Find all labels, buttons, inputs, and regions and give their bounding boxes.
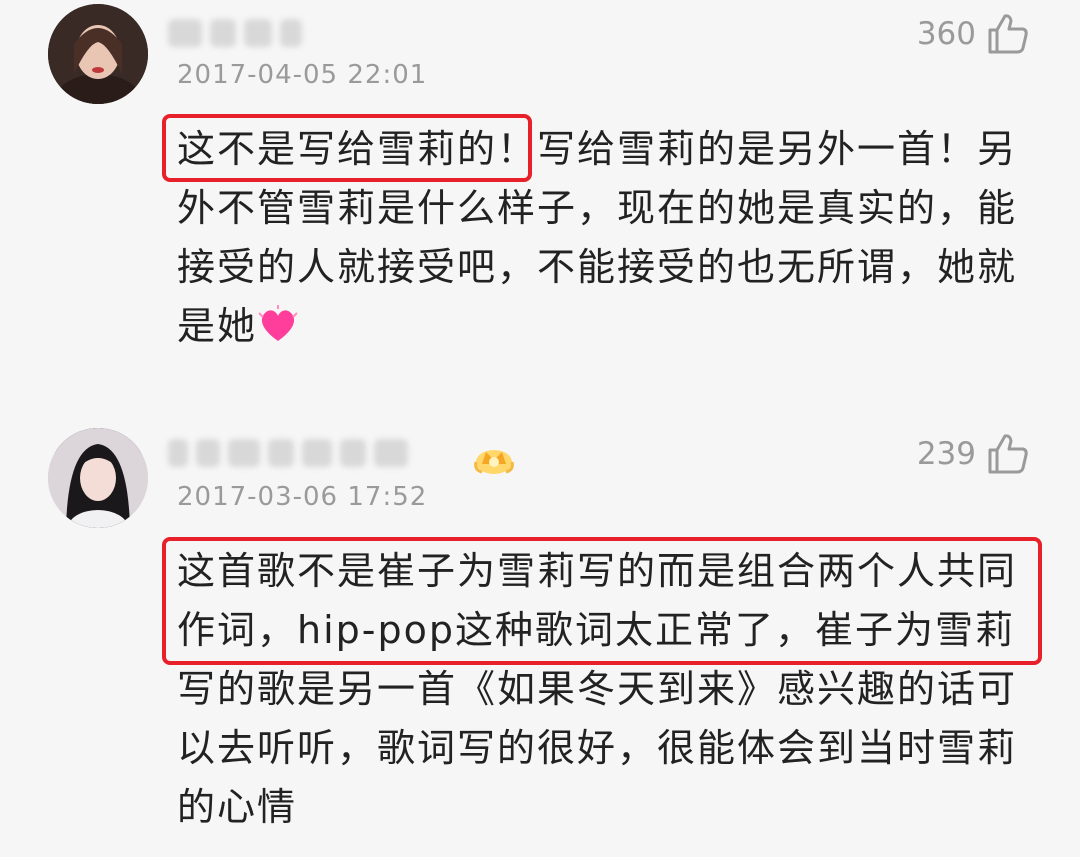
comment-item: 2017-03-06 17:52 239 这首歌不是崔子为雪莉写的而是组合两个人… <box>0 420 1080 857</box>
user-avatar[interactable] <box>48 4 148 104</box>
comment-text: 这不是写给雪莉的！写给雪莉的是另外一首！另外不管雪莉是什么样子，现在的她是真实的… <box>177 120 1047 356</box>
comment-text-rest: 写的歌是另一首《如果冬天到来》感兴趣的话可以去听听，歌词写的很好，很能体会到当时… <box>177 667 1018 829</box>
crown-badge-icon <box>474 450 514 474</box>
pink-heart-icon <box>258 305 298 341</box>
blurred-name-part <box>168 19 202 47</box>
username-blurred[interactable] <box>168 436 408 470</box>
blurred-name-part <box>280 19 302 47</box>
blurred-name-part <box>196 439 220 467</box>
comment-date: 2017-04-05 22:01 <box>177 60 428 90</box>
blurred-name-part <box>168 439 188 467</box>
comment-date: 2017-03-06 17:52 <box>177 482 428 512</box>
blurred-name-part <box>210 19 236 47</box>
like-area[interactable]: 239 <box>917 432 1030 476</box>
avatar-image <box>48 428 148 528</box>
blurred-name-part <box>228 439 260 467</box>
thumbs-up-icon[interactable] <box>986 432 1030 476</box>
like-count: 239 <box>916 436 976 472</box>
username-blurred[interactable] <box>168 16 302 50</box>
blurred-name-part <box>374 439 408 467</box>
blurred-name-part <box>340 439 366 467</box>
blurred-name-part <box>244 19 272 47</box>
comment-item: 2017-04-05 22:01 360 这不是写给雪莉的！写给雪莉的是另外一首… <box>0 0 1080 400</box>
blurred-name-part <box>268 439 294 467</box>
avatar-image <box>48 4 148 104</box>
highlighted-text: 这首歌不是崔子为雪莉写的而是组合两个人共同作词，hip-pop这种歌词太正常了，… <box>177 549 1018 652</box>
highlighted-text: 这不是写给雪莉的！ <box>177 127 538 171</box>
comment-text: 这首歌不是崔子为雪莉写的而是组合两个人共同作词，hip-pop这种歌词太正常了，… <box>177 542 1047 837</box>
blurred-name-part <box>302 439 332 467</box>
like-area[interactable]: 360 <box>917 12 1030 56</box>
like-count: 360 <box>916 16 976 52</box>
thumbs-up-icon[interactable] <box>986 12 1030 56</box>
user-avatar[interactable] <box>48 428 148 528</box>
